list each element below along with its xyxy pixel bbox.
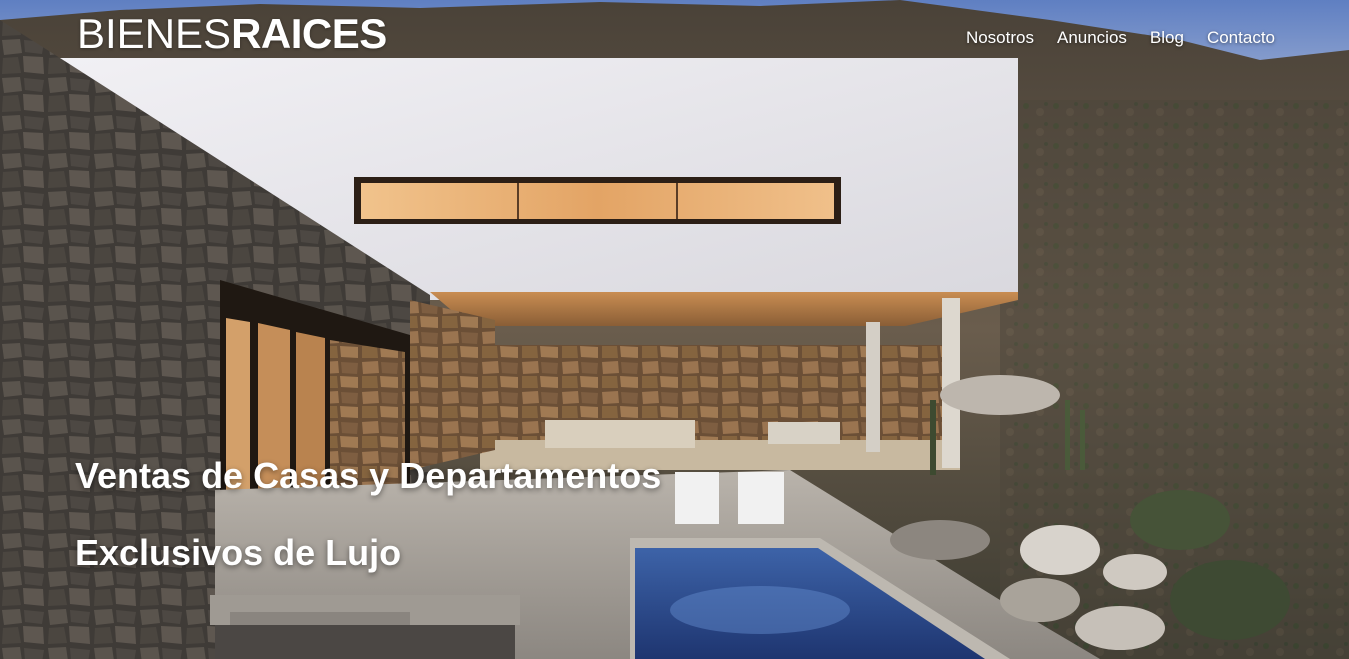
nav-link-nosotros[interactable]: Nosotros	[966, 28, 1034, 48]
hero-heading-line-2: Exclusivos de Lujo	[75, 532, 402, 573]
hero-heading-line-1: Ventas de Casas y Departamentos	[75, 455, 662, 496]
nav-link-blog[interactable]: Blog	[1150, 28, 1184, 48]
nav-link-anuncios[interactable]: Anuncios	[1057, 28, 1127, 48]
site-logo[interactable]: BIENESRAICES	[77, 10, 387, 58]
logo-light-text: BIENES	[77, 10, 232, 57]
nav-link-contacto[interactable]: Contacto	[1207, 28, 1275, 48]
logo-bold-text: RAICES	[231, 10, 387, 57]
main-navigation: Nosotros Anuncios Blog Contacto	[966, 28, 1275, 48]
site-header: BIENESRAICES Nosotros Anuncios Blog Cont…	[0, 0, 1349, 75]
